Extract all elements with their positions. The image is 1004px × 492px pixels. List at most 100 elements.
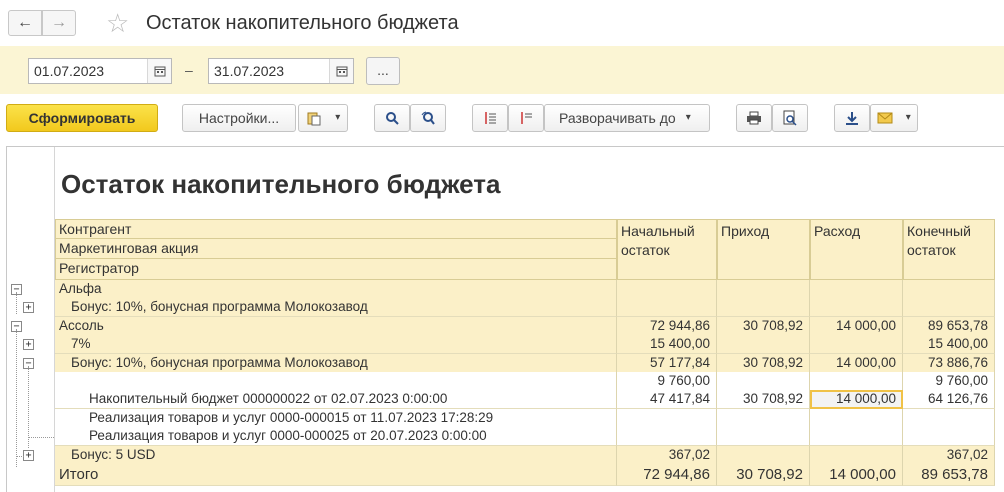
report-row[interactable]: Накопительный бюджет 000000022 от 02.07.… [7, 390, 1004, 410]
report-row[interactable]: Реализация товаров и услуг 0000-000025 о… [7, 427, 1004, 447]
expand-to-button[interactable]: Разворачивать до ▾ [544, 104, 710, 132]
cell-out[interactable]: 14 000,00 [810, 316, 903, 336]
cell-end[interactable]: 367,02 [903, 445, 995, 465]
row-label[interactable]: Альфа [55, 280, 617, 299]
cell-start[interactable] [617, 298, 717, 318]
cell-end[interactable] [903, 298, 995, 318]
generate-button[interactable]: Сформировать [6, 104, 158, 132]
row-label[interactable]: 7% [55, 335, 617, 355]
total-out[interactable]: 14 000,00 [810, 464, 903, 486]
report-row[interactable]: Бонус: 10%, бонусная программа Молокозав… [7, 353, 1004, 373]
header-group3: Регистратор [55, 259, 617, 280]
cell-end[interactable]: 64 126,76 [903, 390, 995, 410]
cell-start[interactable]: 47 417,84 [617, 390, 717, 410]
row-label[interactable]: Накопительный бюджет 000000022 от 02.07.… [55, 390, 617, 410]
cell-out[interactable]: 14 000,00 [810, 390, 903, 410]
row-label[interactable]: Реализация товаров и услуг 0000-000015 о… [55, 408, 617, 428]
report-document[interactable]: Остаток накопительного бюджета Контраген… [6, 146, 1004, 492]
header-start-balance: Начальный остаток [617, 219, 717, 280]
date-to-field[interactable]: 31.07.2023 [208, 58, 354, 84]
report-row[interactable]: Альфа − [7, 280, 1004, 299]
cell-out[interactable] [810, 335, 903, 355]
row-label[interactable] [55, 372, 617, 391]
row-label[interactable]: Бонус: 5 USD [55, 445, 617, 465]
cell-out[interactable] [810, 280, 903, 299]
row-label[interactable]: Бонус: 10%, бонусная программа Молокозав… [55, 298, 617, 318]
report-row[interactable]: Бонус: 10%, бонусная программа Молокозав… [7, 298, 1004, 318]
settings-button[interactable]: Настройки... [182, 104, 296, 132]
cell-in[interactable] [717, 298, 810, 318]
calendar-icon[interactable] [329, 59, 353, 83]
cell-out[interactable]: 14 000,00 [810, 353, 903, 373]
total-in[interactable]: 30 708,92 [717, 464, 810, 486]
cell-in[interactable] [717, 280, 810, 299]
cell-out[interactable] [810, 445, 903, 465]
row-label[interactable]: Реализация товаров и услуг 0000-000025 о… [55, 427, 617, 447]
cell-start[interactable]: 57 177,84 [617, 353, 717, 373]
cell-start[interactable]: 72 944,86 [617, 316, 717, 336]
cell-in[interactable] [717, 427, 810, 447]
cell-start[interactable] [617, 427, 717, 447]
cell-end[interactable]: 89 653,78 [903, 316, 995, 336]
cell-out[interactable] [810, 372, 903, 391]
cell-start[interactable] [617, 408, 717, 428]
total-row: Итого 72 944,86 30 708,92 14 000,00 89 653,7… [7, 464, 1004, 486]
expand-group-toggle[interactable]: + [23, 339, 34, 351]
variant-menu-button[interactable]: ▾ [298, 104, 348, 132]
cell-out[interactable] [810, 298, 903, 318]
cell-out[interactable] [810, 427, 903, 447]
row-label[interactable]: Ассоль [55, 316, 617, 336]
title-bar: ← → ☆ Остаток накопительного бюджета [0, 0, 1004, 46]
expand-group-toggle[interactable]: + [23, 449, 34, 461]
row-label[interactable]: Бонус: 10%, бонусная программа Молокозав… [55, 353, 617, 373]
cell-in[interactable] [717, 445, 810, 465]
print-preview-button[interactable] [772, 104, 808, 132]
cell-start[interactable]: 9 760,00 [617, 372, 717, 391]
expand-group-toggle[interactable]: + [23, 302, 34, 314]
calendar-icon[interactable] [147, 59, 171, 83]
cell-end[interactable]: 73 886,76 [903, 353, 995, 373]
collapse-all-button[interactable] [472, 104, 508, 132]
report-row[interactable]: Бонус: 5 USD 367,02 367,02 + [7, 445, 1004, 465]
print-button[interactable] [736, 104, 772, 132]
header-income: Приход [717, 219, 810, 280]
cell-in[interactable]: 30 708,92 [717, 353, 810, 373]
cell-in[interactable] [717, 335, 810, 355]
cell-end[interactable]: 15 400,00 [903, 335, 995, 355]
cell-in[interactable] [717, 408, 810, 428]
cell-in[interactable]: 30 708,92 [717, 316, 810, 336]
cell-out[interactable] [810, 408, 903, 428]
cell-end[interactable] [903, 408, 995, 428]
save-button[interactable] [834, 104, 870, 132]
tree-line [16, 328, 17, 467]
cell-in[interactable] [717, 372, 810, 391]
report-title: Остаток накопительного бюджета [61, 169, 501, 199]
cell-in[interactable]: 30 708,92 [717, 390, 810, 410]
total-end[interactable]: 89 653,78 [903, 464, 995, 486]
cell-end[interactable] [903, 427, 995, 447]
report-row[interactable]: Ассоль 72 944,86 30 708,92 14 000,00 89 653,… [7, 316, 1004, 336]
cell-end[interactable]: 9 760,00 [903, 372, 995, 391]
favorite-star-icon[interactable]: ☆ [106, 8, 129, 38]
period-dash: – [185, 62, 193, 78]
cell-start[interactable]: 15 400,00 [617, 335, 717, 355]
tree-line [16, 292, 17, 315]
date-from-field[interactable]: 01.07.2023 [28, 58, 172, 84]
back-button[interactable]: ← [8, 10, 42, 36]
expand-all-button[interactable] [508, 104, 544, 132]
clipboard-icon [306, 105, 322, 131]
cell-end[interactable] [903, 280, 995, 299]
report-row[interactable]: Реализация товаров и услуг 0000-000015 о… [7, 408, 1004, 428]
envelope-icon [877, 105, 893, 131]
forward-button[interactable]: → [42, 10, 76, 36]
header-end-balance: Конечный остаток [903, 219, 995, 280]
report-row[interactable]: 9 760,00 9 760,00 [7, 372, 1004, 391]
cell-start[interactable] [617, 280, 717, 299]
send-email-button[interactable]: ▾ [870, 104, 918, 132]
total-start[interactable]: 72 944,86 [617, 464, 717, 486]
choose-period-button[interactable]: ... [366, 57, 400, 85]
find-button[interactable] [374, 104, 410, 132]
find-next-button[interactable] [410, 104, 446, 132]
cell-start[interactable]: 367,02 [617, 445, 717, 465]
report-row[interactable]: 7% 15 400,00 15 400,00 + [7, 335, 1004, 355]
